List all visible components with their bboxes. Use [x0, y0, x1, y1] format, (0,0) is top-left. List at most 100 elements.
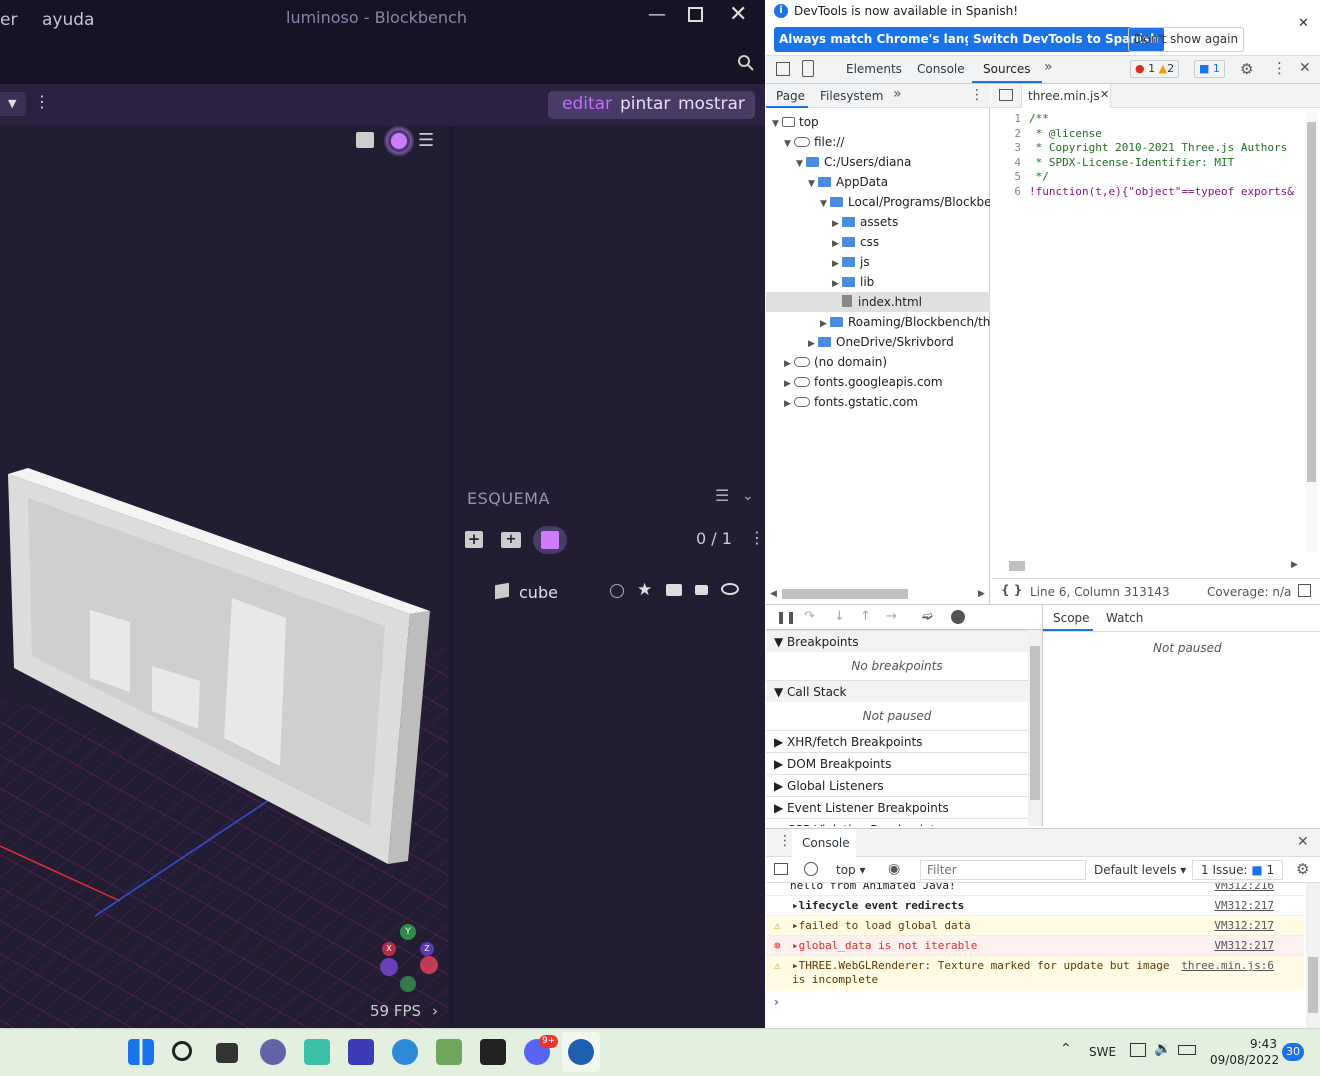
3d-viewport[interactable]: ☰ Y Z X 59 FPS › — [0, 126, 448, 1028]
clear-console-icon[interactable] — [804, 862, 818, 876]
task-view-icon[interactable] — [216, 1043, 238, 1063]
devtools-close-icon[interactable]: ✕ — [1299, 60, 1311, 76]
chevron-down-icon[interactable]: ⌄ — [742, 488, 754, 504]
search-icon[interactable] — [172, 1041, 192, 1061]
more-options-icon[interactable]: ⋮ — [970, 87, 984, 103]
step-icon[interactable]: → — [886, 609, 897, 624]
close-tab-icon[interactable]: ✕ — [1100, 88, 1109, 101]
tab-scope[interactable]: Scope — [1053, 611, 1090, 625]
pause-icon[interactable]: ❚❚ — [776, 610, 796, 624]
tree-item[interactable]: ▼ AppData — [808, 172, 990, 192]
outliner-menu-icon[interactable]: ☰ — [715, 486, 729, 505]
eye-icon[interactable] — [721, 583, 739, 595]
drawer-menu-icon[interactable]: ⋮ — [778, 833, 792, 849]
tab-console-drawer[interactable]: Console — [792, 829, 856, 857]
coverage-icon[interactable] — [1298, 584, 1311, 597]
add-group-icon[interactable]: + — [501, 532, 521, 548]
debugger-section-header[interactable]: ▶ DOM Breakpoints — [766, 752, 1028, 774]
expand-arrow-icon[interactable]: ▼ — [808, 174, 818, 194]
debugger-section-header[interactable]: ▶ Global Listeners — [766, 774, 1028, 796]
lock-icon[interactable] — [695, 585, 708, 595]
notification-badge[interactable]: 30 — [1282, 1043, 1304, 1061]
more-options-icon[interactable]: ⋮ — [749, 528, 765, 547]
log-levels-dropdown[interactable]: Default levels ▾ — [1094, 863, 1186, 877]
pause-on-exceptions-icon[interactable] — [951, 610, 965, 624]
code-area[interactable]: 1/** 2 * @license 3 * Copyright 2010-2021 … — [991, 112, 1303, 552]
console-filter-input[interactable] — [920, 860, 1086, 880]
gizmo-neg-z[interactable] — [380, 958, 398, 976]
gizmo-neg-x[interactable] — [420, 956, 438, 974]
expand-arrow-icon[interactable]: ▼ — [796, 154, 806, 174]
start-icon[interactable] — [128, 1039, 154, 1065]
pretty-print-icon[interactable]: { } — [1001, 583, 1022, 597]
dont-show-again-button[interactable]: Don't show again — [1128, 27, 1245, 52]
toggle-outliner-button[interactable] — [533, 526, 567, 554]
tree-item[interactable]: ▶ lib — [832, 272, 990, 292]
outliner-item-cube[interactable]: cube ★ — [455, 576, 765, 610]
collapse-arrow-icon[interactable]: ▶ — [832, 274, 842, 294]
navigator-scrollbar[interactable]: ◀ ▶ — [766, 586, 990, 602]
deactivate-breakpoints-icon[interactable]: ➫ — [922, 609, 933, 624]
expand-arrow-icon[interactable]: ▼ — [784, 134, 794, 154]
gizmo-x[interactable]: X — [382, 942, 396, 956]
input-language[interactable]: SWE — [1089, 1045, 1116, 1059]
epic-games-icon[interactable] — [480, 1039, 506, 1065]
debugger-section-header[interactable]: ▶ XHR/fetch Breakpoints — [766, 730, 1028, 752]
collapse-arrow-icon[interactable]: ▶ — [784, 394, 794, 412]
tree-item[interactable]: ▼ top — [772, 112, 990, 132]
collapse-arrow-icon[interactable]: ▶ — [832, 234, 842, 254]
camera-icon[interactable] — [666, 584, 682, 596]
collapse-arrow-icon[interactable]: ▶ — [820, 314, 830, 334]
sidebar-toggle-icon[interactable] — [774, 863, 788, 875]
tree-item[interactable]: ▶ fonts.gstatic.com — [784, 392, 990, 412]
device-toggle-icon[interactable] — [802, 60, 814, 77]
gizmo-z[interactable]: Z — [420, 942, 434, 956]
maximize-icon[interactable] — [688, 7, 703, 22]
tab-sources[interactable]: Sources — [983, 62, 1030, 76]
tree-item[interactable]: ▶ Roaming/Blockbench/thumbs — [820, 312, 990, 332]
collapse-arrow-icon[interactable]: ▶ — [808, 334, 818, 354]
photo-app-icon[interactable] — [348, 1039, 374, 1065]
debugger-section-header[interactable]: ▼ Call Stack — [766, 680, 1028, 702]
tree-item[interactable]: ▶ assets — [832, 212, 990, 232]
debugger-section-header[interactable]: ▶ CSP Violation Breakpoints — [766, 818, 1028, 826]
console-message[interactable]: ⚠ ▸failed to load global data VM312:217 — [766, 915, 1304, 935]
step-over-icon[interactable]: ↷ — [804, 609, 815, 624]
blockbench-icon[interactable] — [568, 1039, 594, 1065]
more-tabs-icon[interactable]: » — [893, 86, 902, 102]
console-message[interactable]: ▸lifecycle event redirects VM312:217 — [766, 895, 1304, 915]
network-icon[interactable] — [1130, 1043, 1146, 1057]
edge-icon[interactable] — [392, 1039, 418, 1065]
settings-icon[interactable]: ⚙ — [1240, 60, 1253, 78]
tab-console[interactable]: Console — [917, 62, 965, 76]
collapse-arrow-icon[interactable]: ▶ — [784, 374, 794, 394]
tab-filesystem[interactable]: Filesystem — [820, 89, 883, 103]
menu-item-help[interactable]: ayuda — [42, 10, 94, 30]
tree-item[interactable]: ▶ fonts.googleapis.com — [784, 372, 990, 392]
tree-item[interactable]: ▼ Local/Programs/Blockbench — [820, 192, 990, 212]
issue-counter[interactable]: ● 1 ▲2 — [1130, 60, 1180, 78]
tree-item[interactable]: ▶ css — [832, 232, 990, 252]
console-source-link[interactable]: VM312:217 — [1214, 916, 1274, 936]
tree-item[interactable]: ▶ (no domain) — [784, 352, 990, 372]
editor-hscrollbar[interactable]: ▶ — [991, 558, 1303, 574]
more-options-icon[interactable]: ⋮ — [34, 92, 50, 111]
editor-vscrollbar[interactable] — [1305, 112, 1318, 552]
messages-counter[interactable]: ■ 1 — [1194, 60, 1225, 78]
debugger-section-header[interactable]: ▼ Breakpoints — [766, 630, 1028, 652]
app-icon[interactable] — [304, 1039, 330, 1065]
mode-edit-tab[interactable]: editar — [562, 94, 612, 114]
clock-time[interactable]: 9:43 — [1250, 1037, 1277, 1051]
star-icon[interactable]: ★ — [637, 580, 652, 600]
gizmo-neg-y[interactable] — [400, 976, 416, 992]
debugger-section-header[interactable]: ▶ Event Listener Breakpoints — [766, 796, 1028, 818]
drawer-close-icon[interactable]: ✕ — [1297, 834, 1309, 850]
tab-watch[interactable]: Watch — [1106, 611, 1143, 625]
clock-date[interactable]: 09/08/2022 — [1210, 1053, 1279, 1067]
console-prompt[interactable]: › — [774, 995, 779, 1009]
eye-icon[interactable]: ◉ — [888, 861, 900, 877]
more-options-icon[interactable]: ⋮ — [1272, 59, 1287, 77]
battery-icon[interactable] — [1178, 1045, 1196, 1055]
tree-item[interactable]: index.html — [766, 292, 990, 312]
tree-item[interactable]: ▶ js — [832, 252, 990, 272]
